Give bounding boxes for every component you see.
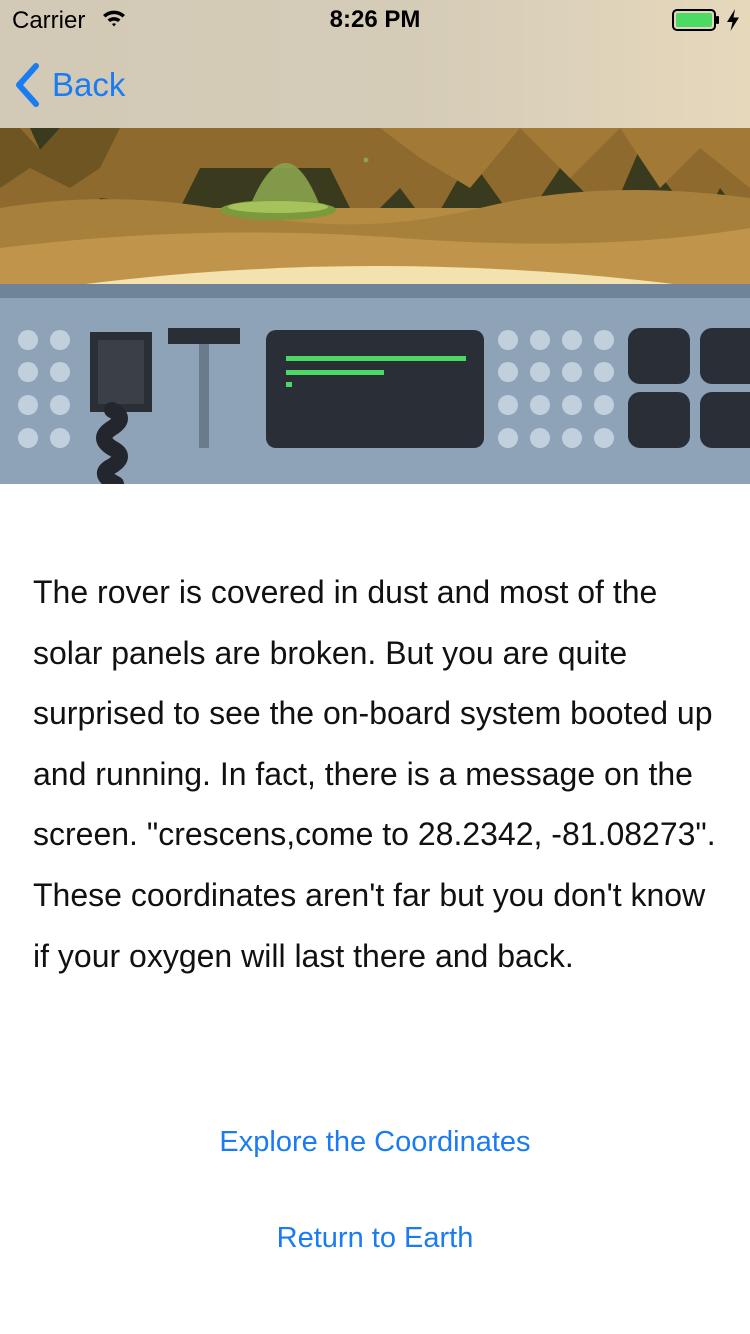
- explore-coordinates-button[interactable]: Explore the Coordinates: [0, 1126, 750, 1159]
- charging-icon: [727, 9, 739, 31]
- top-bar: Carrier 8:26 PM Back: [0, 0, 750, 128]
- battery-icon: [672, 9, 719, 31]
- story-text: The rover is covered in dust and most of…: [33, 574, 716, 974]
- chevron-left-icon: [16, 63, 39, 107]
- status-bar: Carrier 8:26 PM: [0, 0, 750, 40]
- back-label: Back: [52, 66, 126, 103]
- rover-cockpit-illustration: [0, 128, 750, 484]
- return-to-earth-button[interactable]: Return to Earth: [0, 1222, 750, 1255]
- back-button[interactable]: Back: [14, 60, 125, 110]
- status-time: 8:26 PM: [329, 6, 421, 33]
